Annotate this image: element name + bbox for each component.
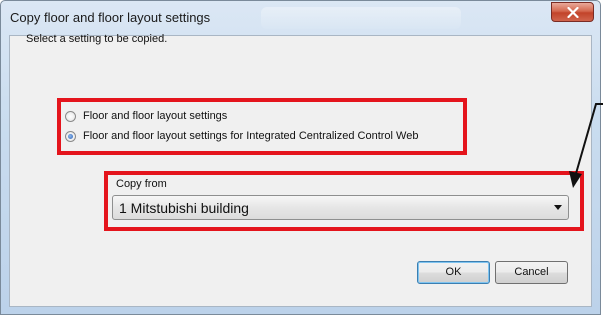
arrow-icon xyxy=(569,103,603,188)
